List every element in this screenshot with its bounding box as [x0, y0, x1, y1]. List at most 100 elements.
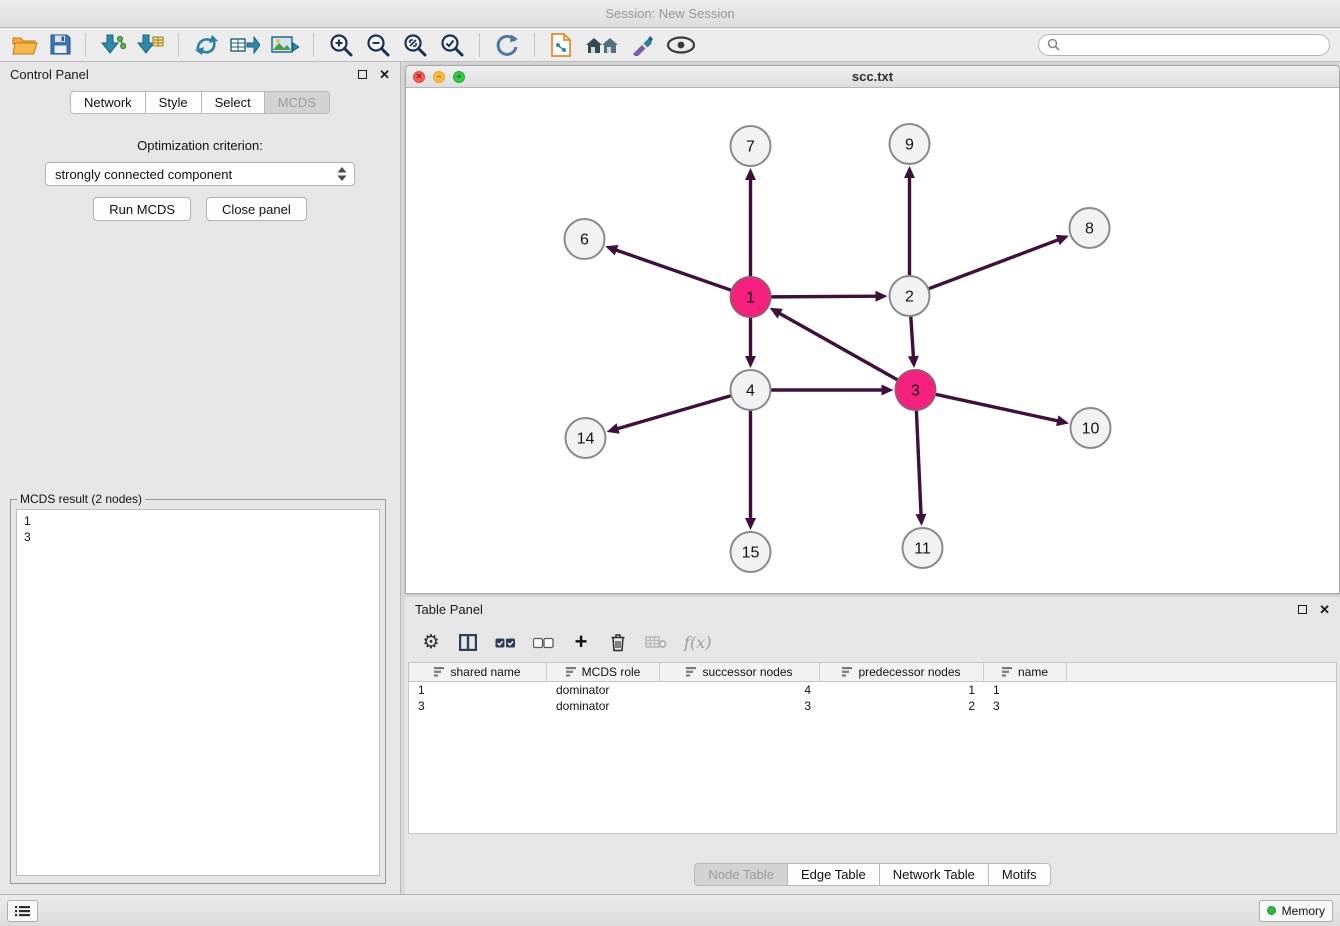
close-panel-button[interactable]: Close panel: [206, 197, 307, 221]
column-header-successor-nodes[interactable]: successor nodes: [660, 663, 820, 681]
apply-style-icon[interactable]: [629, 31, 657, 59]
apply-layout-icon[interactable]: [191, 31, 221, 59]
search-field[interactable]: [1038, 34, 1330, 56]
cell-MCDS-role[interactable]: dominator: [547, 682, 660, 698]
table-tab-network-table[interactable]: Network Table: [880, 863, 989, 886]
cell-shared-name[interactable]: 3: [409, 698, 547, 714]
import-network-icon[interactable]: [98, 31, 128, 59]
delete-table-icon: [645, 631, 667, 653]
column-header-label: MCDS role: [582, 665, 641, 679]
network-graph[interactable]: 7968124314101511: [406, 88, 1339, 593]
tab-mcds[interactable]: MCDS: [265, 91, 330, 114]
table-row[interactable]: 3dominator323: [409, 698, 1336, 714]
cell-predecessor-nodes[interactable]: 1: [820, 682, 984, 698]
table-tabs: Node TableEdge TableNetwork TableMotifs: [694, 863, 1050, 886]
control-panel-tabs: NetworkStyleSelectMCDS: [0, 87, 400, 122]
graph-edge-3-11[interactable]: [916, 411, 921, 517]
graph-edge-1-2[interactable]: [771, 296, 878, 297]
control-panel-title: Control Panel: [10, 67, 358, 82]
dropdown-value: strongly connected component: [55, 167, 336, 182]
zoom-out-icon[interactable]: [363, 31, 393, 59]
column-header-shared-name[interactable]: shared name: [409, 663, 547, 681]
memory-label: Memory: [1282, 904, 1325, 918]
export-image-icon[interactable]: [269, 31, 301, 59]
graph-node-label-7: 7: [746, 139, 755, 156]
cell-name[interactable]: 3: [984, 698, 1067, 714]
graph-edge-3-10[interactable]: [936, 394, 1060, 421]
optimization-label: Optimization criterion:: [0, 138, 400, 153]
window-title: Session: New Session: [605, 6, 734, 21]
float-table-panel-icon[interactable]: [1298, 605, 1307, 614]
reset-home-icon[interactable]: [582, 31, 622, 59]
tab-style[interactable]: Style: [146, 91, 202, 114]
save-session-icon[interactable]: [47, 31, 73, 59]
import-table-icon[interactable]: [135, 31, 166, 59]
network-view-window: ✕ − + scc.txt 7968124314101511: [405, 65, 1340, 594]
cell-name[interactable]: 1: [984, 682, 1067, 698]
control-panel: Control Panel ✕ NetworkStyleSelectMCDS O…: [0, 62, 401, 894]
zoom-fit-icon[interactable]: [400, 31, 430, 59]
table-tab-edge-table[interactable]: Edge Table: [788, 863, 880, 886]
refresh-view-icon[interactable]: [492, 31, 522, 59]
search-input[interactable]: [1065, 38, 1321, 52]
tab-select[interactable]: Select: [202, 91, 265, 114]
network-canvas[interactable]: 7968124314101511: [406, 88, 1339, 593]
sort-icon: [434, 667, 445, 677]
table-tab-motifs[interactable]: Motifs: [989, 863, 1051, 886]
graph-node-label-15: 15: [742, 545, 760, 562]
cell-shared-name[interactable]: 1: [409, 682, 547, 698]
main-toolbar: [0, 28, 1340, 62]
column-header-MCDS-role[interactable]: MCDS role: [547, 663, 660, 681]
table-toolbar: ⚙ + f: [405, 622, 1340, 662]
tab-network[interactable]: Network: [70, 91, 146, 114]
float-panel-icon[interactable]: [358, 70, 367, 79]
graph-edge-2-8[interactable]: [929, 239, 1060, 289]
show-columns-icon[interactable]: [458, 631, 478, 653]
select-all-icon[interactable]: [495, 631, 516, 653]
minimize-window-icon[interactable]: −: [433, 71, 445, 83]
close-panel-icon[interactable]: ✕: [379, 68, 390, 81]
delete-column-icon[interactable]: [608, 631, 628, 653]
mcds-result-title: MCDS result (2 nodes): [17, 492, 145, 506]
graph-node-label-14: 14: [577, 431, 595, 448]
maximize-window-icon[interactable]: +: [453, 71, 465, 83]
run-mcds-button[interactable]: Run MCDS: [93, 197, 191, 221]
toolbar-separator: [479, 33, 480, 57]
add-column-icon[interactable]: +: [571, 631, 591, 653]
clone-network-view-icon[interactable]: [547, 31, 575, 59]
table-row[interactable]: 1dominator411: [409, 682, 1336, 698]
unselect-all-icon[interactable]: [533, 631, 554, 653]
graph-edge-1-6[interactable]: [614, 249, 731, 290]
import-network-table-icon[interactable]: [228, 31, 262, 59]
graph-edge-2-3[interactable]: [911, 317, 914, 359]
graph-node-label-2: 2: [905, 289, 914, 306]
close-table-panel-icon[interactable]: ✕: [1319, 603, 1330, 616]
mcds-result-list[interactable]: 1 3: [16, 509, 380, 876]
memory-button[interactable]: Memory: [1259, 900, 1333, 922]
graph-edge-3-1[interactable]: [778, 312, 898, 379]
search-icon: [1047, 38, 1060, 51]
graph-node-label-11: 11: [914, 541, 931, 558]
cell-successor-nodes[interactable]: 4: [660, 682, 820, 698]
optimization-dropdown[interactable]: strongly connected component: [45, 162, 355, 186]
show-hide-graphics-icon[interactable]: [664, 31, 698, 59]
toolbar-separator: [313, 33, 314, 57]
zoom-in-icon[interactable]: [326, 31, 356, 59]
zoom-selected-icon[interactable]: [437, 31, 467, 59]
close-window-icon[interactable]: ✕: [413, 71, 425, 83]
table-settings-icon[interactable]: ⚙: [421, 631, 441, 653]
column-header-name[interactable]: name: [984, 663, 1067, 681]
graph-edge-4-14[interactable]: [615, 396, 730, 429]
panel-chooser-button[interactable]: [7, 900, 38, 922]
open-session-icon[interactable]: [10, 31, 40, 59]
graph-node-label-6: 6: [580, 232, 589, 249]
network-view-titlebar: ✕ − + scc.txt: [406, 66, 1339, 88]
graph-node-label-9: 9: [905, 137, 914, 154]
column-header-predecessor-nodes[interactable]: predecessor nodes: [820, 663, 984, 681]
table-tab-node-table[interactable]: Node Table: [694, 863, 788, 886]
window-titlebar: Session: New Session: [0, 0, 1340, 28]
cell-MCDS-role[interactable]: dominator: [547, 698, 660, 714]
cell-successor-nodes[interactable]: 3: [660, 698, 820, 714]
mcds-result-box: MCDS result (2 nodes) 1 3: [10, 492, 386, 884]
cell-predecessor-nodes[interactable]: 2: [820, 698, 984, 714]
